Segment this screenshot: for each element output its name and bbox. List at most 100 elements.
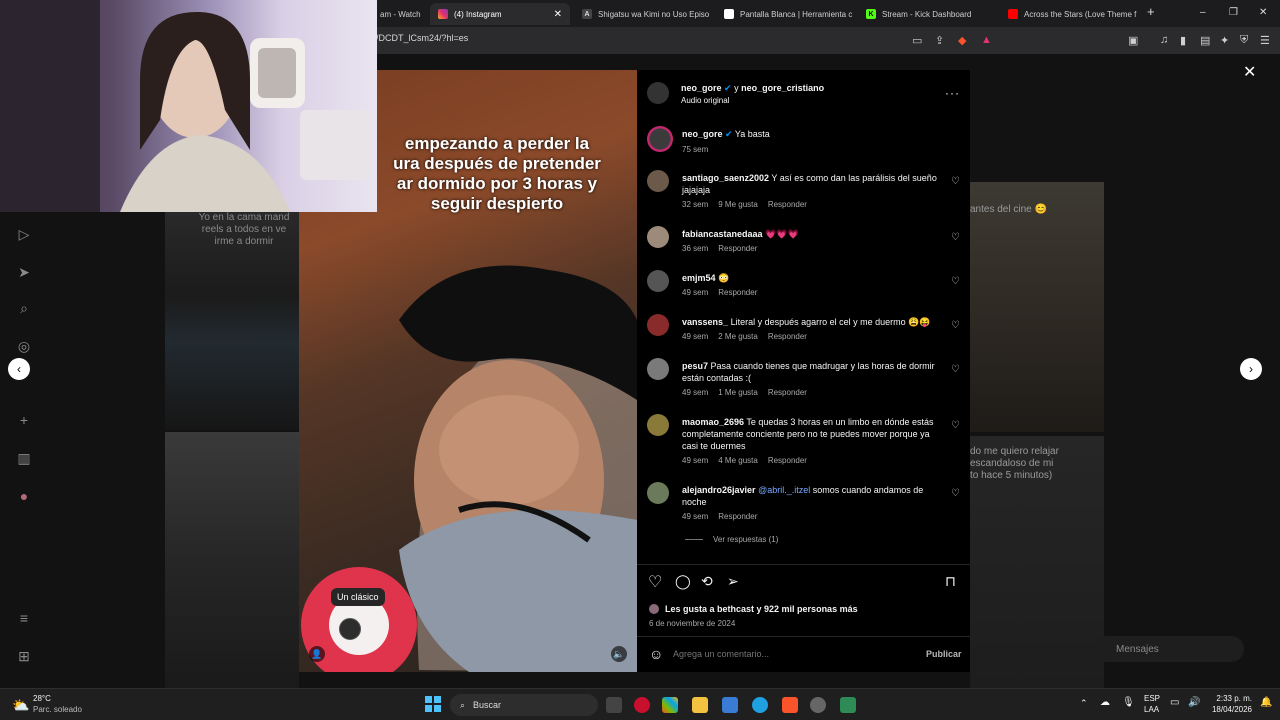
comment-likes[interactable]: 4 Me gusta: [718, 456, 758, 465]
like-comment-icon[interactable]: ♡: [951, 420, 963, 431]
reply-button[interactable]: Responder: [718, 512, 757, 521]
obs-icon[interactable]: [810, 697, 826, 713]
notifications-icon[interactable]: 🔔: [1260, 697, 1272, 708]
author-avatar[interactable]: [647, 82, 669, 104]
comment-likes[interactable]: 1 Me gusta: [718, 388, 758, 397]
search-icon[interactable]: ⌕: [16, 300, 32, 316]
audio-link[interactable]: Audio original: [681, 96, 729, 105]
reader-icon[interactable]: ▮: [1180, 34, 1186, 47]
commenter-avatar[interactable]: [647, 270, 669, 292]
copilot-icon[interactable]: [662, 697, 678, 713]
commenter-avatar[interactable]: [647, 358, 669, 380]
recorder-icon[interactable]: [634, 697, 650, 713]
share-icon[interactable]: ⇪: [935, 34, 944, 47]
caption-username[interactable]: neo_gore: [682, 129, 723, 139]
app-icon[interactable]: [840, 697, 856, 713]
tagged-users-icon[interactable]: 👤: [309, 646, 325, 662]
sidebar-toggle-icon[interactable]: ▣: [1128, 34, 1138, 47]
reply-button[interactable]: Responder: [768, 332, 807, 341]
share-icon[interactable]: ➢: [727, 573, 739, 590]
brave-shield-icon[interactable]: ◆: [958, 34, 966, 47]
like-comment-icon[interactable]: ♡: [951, 276, 963, 287]
create-icon[interactable]: +: [16, 412, 32, 428]
language-layout[interactable]: LAA: [1144, 705, 1159, 714]
task-view-icon[interactable]: [606, 697, 622, 713]
network-icon[interactable]: ▭: [1170, 697, 1179, 708]
profile-avatar-icon[interactable]: ●: [16, 488, 32, 504]
reply-button[interactable]: Responder: [768, 456, 807, 465]
taskbar-search[interactable]: ⌕ Buscar: [450, 694, 598, 716]
close-tab-icon[interactable]: ✕: [554, 9, 562, 20]
dashboard-icon[interactable]: ▥: [16, 450, 32, 466]
next-post-button[interactable]: ›: [1240, 358, 1262, 380]
more-options-icon[interactable]: ···: [945, 86, 960, 100]
comment-username[interactable]: fabiancastanedaaa: [682, 229, 763, 239]
clock-time[interactable]: 2:33 p. m.: [1206, 694, 1252, 703]
maximize-icon[interactable]: ❐: [1229, 7, 1238, 18]
like-icon[interactable]: ♡: [648, 572, 662, 592]
likes-summary[interactable]: Les gusta a bethcast y 922 mil personas …: [649, 604, 858, 614]
background-reel-right-top[interactable]: antes del cine 😊: [970, 182, 1104, 432]
messages-icon[interactable]: ➤: [16, 264, 32, 280]
file-explorer-icon[interactable]: [692, 697, 708, 713]
previous-post-button[interactable]: ‹: [8, 358, 30, 380]
comment-input[interactable]: [673, 646, 913, 662]
music-icon[interactable]: ♫: [1160, 34, 1168, 46]
publish-button[interactable]: Publicar: [926, 649, 962, 659]
comment-username[interactable]: pesu7: [682, 361, 708, 371]
url-text[interactable]: /DCDT_lCsm24/?hl=es: [376, 33, 468, 43]
tab-pantalla-blanca[interactable]: Pantalla Blanca | Herramienta c: [716, 3, 856, 25]
minimize-icon[interactable]: –: [1200, 7, 1206, 18]
comment-username[interactable]: santiago_saenz2002: [682, 173, 769, 183]
ai-sparkle-icon[interactable]: ✦: [1220, 34, 1229, 47]
volume-icon[interactable]: 🔈: [611, 646, 627, 662]
reply-button[interactable]: Responder: [768, 388, 807, 397]
comment-likes[interactable]: 9 Me gusta: [718, 200, 758, 209]
commenter-avatar[interactable]: [647, 314, 669, 336]
tab-shigatsu[interactable]: A Shigatsu wa Kimi no Uso Episo: [574, 3, 714, 25]
clock-date[interactable]: 18/04/2026: [1206, 705, 1252, 714]
background-reel-left-bottom[interactable]: [165, 432, 299, 688]
more-menu-icon[interactable]: ≡: [16, 610, 32, 626]
microphone-icon[interactable]: 🎙: [1122, 697, 1135, 708]
comment-username[interactable]: vanssens_: [682, 317, 728, 327]
explore-icon[interactable]: ◎: [16, 338, 32, 354]
coauthor-username[interactable]: neo_gore_cristiano: [741, 83, 824, 93]
menu-icon[interactable]: ☰: [1260, 34, 1270, 47]
audio-avatar[interactable]: [339, 618, 361, 640]
view-replies-button[interactable]: Ver respuestas (1): [685, 535, 778, 544]
repost-icon[interactable]: ⟲: [701, 573, 713, 590]
store-icon[interactable]: [722, 697, 738, 713]
commenter-avatar[interactable]: [647, 226, 669, 248]
windows-start-icon[interactable]: [425, 696, 441, 712]
comment-mention[interactable]: @abril._.itzel: [758, 485, 810, 495]
comment-username[interactable]: maomao_2696: [682, 417, 744, 427]
tab-kick-dashboard[interactable]: K Stream - Kick Dashboard: [858, 3, 998, 25]
reply-button[interactable]: Responder: [718, 288, 757, 297]
tab-across-the-stars[interactable]: Across the Stars (Love Theme f: [1000, 3, 1138, 25]
new-tab-icon[interactable]: +: [1147, 4, 1155, 19]
threads-icon[interactable]: ⊞: [16, 648, 32, 664]
comment-likes[interactable]: 2 Me gusta: [718, 332, 758, 341]
like-comment-icon[interactable]: ♡: [951, 364, 963, 375]
like-comment-icon[interactable]: ♡: [951, 488, 963, 499]
commenter-avatar[interactable]: [647, 414, 669, 436]
screen-cast-icon[interactable]: ▭: [912, 34, 922, 47]
like-comment-icon[interactable]: ♡: [951, 176, 963, 187]
language-code[interactable]: ESP: [1144, 694, 1160, 703]
commenter-avatar[interactable]: [647, 170, 669, 192]
reels-icon[interactable]: ▷: [16, 226, 32, 242]
close-window-icon[interactable]: ✕: [1259, 7, 1267, 18]
cloud-icon[interactable]: ☁: [1100, 697, 1110, 708]
like-comment-icon[interactable]: ♡: [951, 232, 963, 243]
edge-icon[interactable]: [752, 697, 768, 713]
emoji-picker-icon[interactable]: ☺: [649, 646, 663, 662]
messages-button[interactable]: Mensajes: [1094, 636, 1244, 662]
comment-username[interactable]: emjm54: [682, 273, 716, 283]
vpn-icon[interactable]: ⛨: [1240, 34, 1248, 47]
reply-button[interactable]: Responder: [718, 244, 757, 253]
brave-rewards-icon[interactable]: ▲: [981, 34, 992, 46]
background-reel-left-top[interactable]: Yo en la cama mand reels a todos en ve i…: [165, 208, 299, 430]
commenter-avatar[interactable]: [647, 482, 669, 504]
comment-icon[interactable]: ◯: [675, 573, 691, 590]
